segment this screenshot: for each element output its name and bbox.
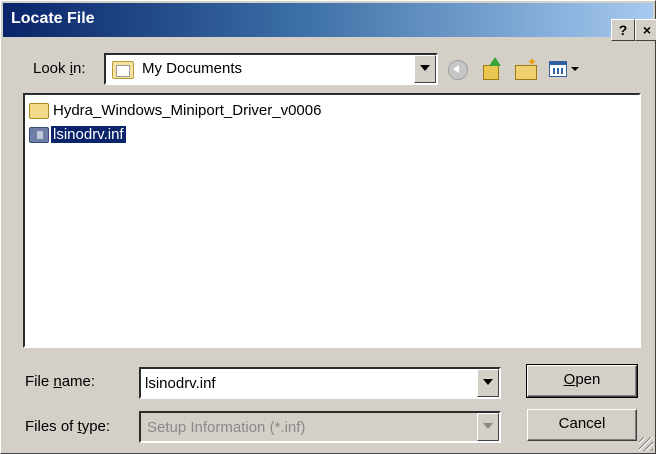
file-name-value[interactable]: lsinodrv.inf (145, 375, 216, 392)
open-button[interactable]: Open (526, 364, 638, 398)
file-type-value: Setup Information (*.inf) (147, 419, 306, 436)
file-type-dropdown-button (477, 413, 499, 441)
list-item-label: Hydra_Windows_Miniport_Driver_v0006 (53, 102, 322, 119)
look-in-label: Look in: (33, 60, 86, 77)
chevron-down-icon (483, 423, 493, 429)
resize-grip[interactable] (639, 437, 653, 451)
file-type-label: Files of type: (25, 418, 111, 435)
file-name-field[interactable]: lsinodrv.inf (139, 367, 501, 399)
look-in-dropdown[interactable]: My Documents (104, 53, 438, 85)
chevron-down-icon (483, 379, 493, 385)
cancel-button[interactable]: Cancel (527, 409, 637, 441)
file-type-dropdown: Setup Information (*.inf) (139, 411, 501, 443)
views-grid-icon (549, 61, 567, 77)
views-menu-icon[interactable] (547, 57, 583, 81)
new-folder-icon[interactable] (513, 55, 539, 81)
title-bar[interactable]: Locate File ? × (3, 3, 656, 41)
folder-icon (29, 103, 49, 119)
file-list[interactable]: Hydra_Windows_Miniport_Driver_v0006 lsin… (23, 93, 641, 348)
help-button[interactable]: ? (611, 19, 635, 41)
list-item-label: lsinodrv.inf (50, 125, 127, 144)
my-documents-icon (112, 61, 134, 79)
look-in-dropdown-button[interactable] (414, 55, 436, 83)
locate-file-dialog: Locate File ? × Look in: My Documents Hy… (0, 0, 656, 454)
look-in-value: My Documents (142, 60, 243, 77)
setup-file-icon (29, 127, 49, 143)
back-icon[interactable] (445, 57, 471, 81)
file-name-dropdown-button[interactable] (477, 369, 499, 397)
close-button[interactable]: × (635, 19, 656, 41)
chevron-down-icon (571, 67, 579, 71)
window-title: Locate File (11, 10, 95, 27)
file-name-label: File name: (25, 373, 96, 390)
chevron-down-icon (420, 65, 430, 71)
up-folder-icon[interactable] (479, 57, 505, 81)
